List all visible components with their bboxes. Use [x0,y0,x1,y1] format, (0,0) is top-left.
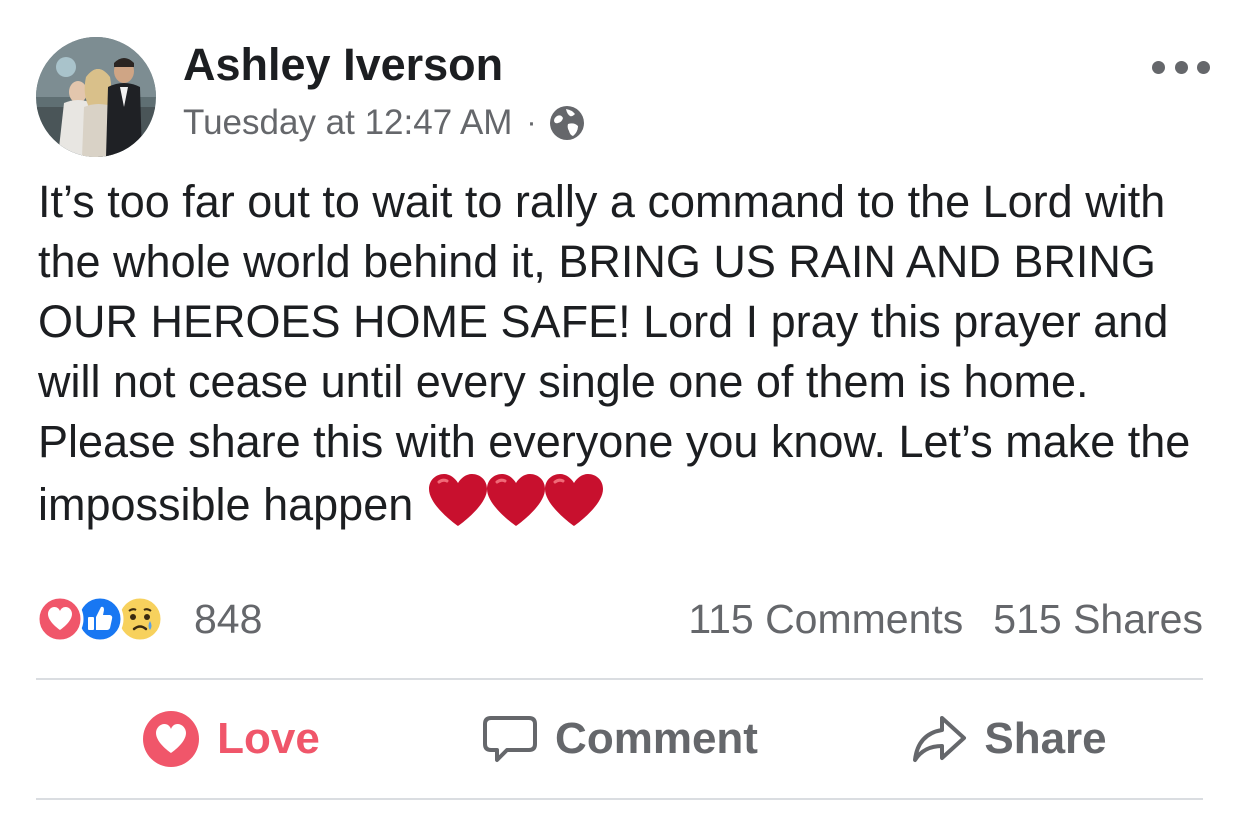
post-text: It’s too far out to wait to rally a comm… [38,172,1208,543]
divider-bottom [36,798,1203,800]
comment-icon [483,716,538,762]
love-label: Love [217,714,320,763]
meta-separator: · [526,106,537,139]
comments-count-link[interactable]: 115 Comments [688,596,963,643]
comment-button[interactable]: Comment [425,710,814,768]
author-name[interactable]: Ashley Iverson [183,40,503,90]
post-meta: Tuesday at 12:47 AM · [183,100,586,146]
reactions-summary[interactable]: 848 [36,592,262,646]
author-avatar[interactable] [36,37,156,157]
love-icon [143,711,200,767]
heart-emoji-icon [545,474,604,526]
share-button[interactable]: Share [814,710,1203,768]
post-timestamp[interactable]: Tuesday at 12:47 AM [183,103,512,143]
action-bar: Love Comment Share [36,684,1203,794]
reaction-icons [36,592,186,646]
share-label: Share [984,714,1107,763]
more-options-icon[interactable] [1152,56,1210,78]
love-button[interactable]: Love [36,709,425,769]
post-stats: 115 Comments 515 Shares [688,592,1203,646]
share-icon [913,716,967,762]
shares-count-link[interactable]: 515 Shares [993,596,1203,643]
heart-emoji-icon [487,474,546,526]
reaction-count: 848 [194,595,263,642]
heart-emoji-icon [429,474,488,526]
heart-emojis [427,472,604,543]
globe-icon [548,104,586,142]
post-text-content: It’s too far out to wait to rally a comm… [38,176,1191,530]
love-reaction-icon [36,595,84,643]
divider-top [36,678,1203,680]
comment-label: Comment [555,714,758,763]
